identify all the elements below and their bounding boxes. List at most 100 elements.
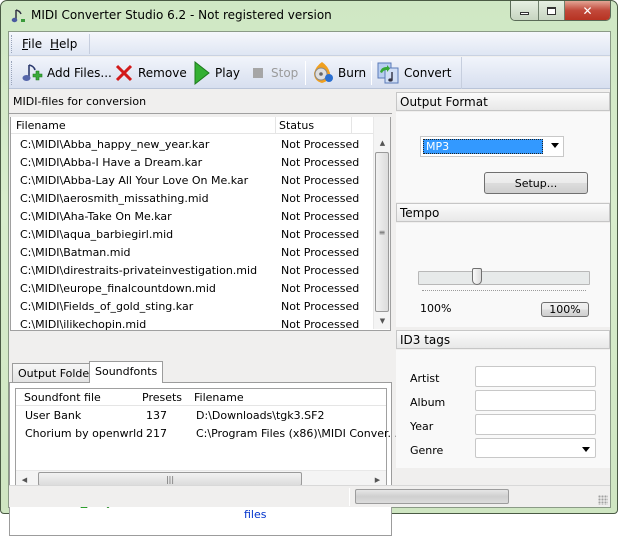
file-rows: C:\MIDI\Abba_happy_new_year.kar Not Proce…	[11, 135, 375, 333]
file-name: C:\MIDI\Aha-Take On Me.kar	[20, 210, 172, 223]
column-header-presets[interactable]: Presets	[142, 391, 182, 404]
menu-help[interactable]: Help	[50, 37, 77, 51]
file-name: C:\MIDI\aerosmith_missathing.mid	[20, 192, 209, 205]
file-name: C:\MIDI\Abba-Lay All Your Love On Me.kar	[20, 174, 249, 187]
file-status: Not Processed	[281, 246, 360, 259]
soundfont-row[interactable]: Chorium by openwrld 217 C:\Program Files…	[16, 425, 398, 443]
resize-grip[interactable]	[598, 495, 608, 505]
window-title: MIDI Converter Studio 6.2 - Not register…	[31, 8, 332, 22]
convert-icon	[377, 62, 399, 84]
title-bar[interactable]: MIDI Converter Studio 6.2 - Not register…	[1, 1, 617, 31]
column-header-filename[interactable]: Filename	[16, 119, 66, 132]
file-name: C:\MIDI\aqua_barbiegirl.mid	[20, 228, 174, 241]
soundfont-row[interactable]: User Bank 137 D:\Downloads\tgk3.SF2	[16, 407, 386, 425]
file-list-vertical-scrollbar[interactable]: ▲ ≡ ▼	[373, 117, 390, 329]
settings-pane: Output Format MP3 Setup... Tempo 100% 10…	[394, 90, 610, 478]
column-header-soundfont-file[interactable]: Soundfont file	[24, 391, 101, 404]
soundfont-list[interactable]: Soundfont file Presets Filename User Ban…	[15, 388, 398, 488]
tempo-slider-thumb[interactable]	[472, 268, 482, 285]
remove-button[interactable]: Remove	[114, 61, 187, 85]
artist-input[interactable]	[475, 366, 596, 387]
file-status: Not Processed	[281, 174, 360, 187]
file-row[interactable]: C:\MIDI\aerosmith_missathing.mid Not Proc…	[11, 189, 375, 207]
soundfont-name: Chorium by openwrld	[25, 427, 144, 440]
tab-output-folder[interactable]: Output Folder	[12, 363, 100, 382]
menu-separator	[89, 34, 90, 54]
file-row[interactable]: C:\MIDI\europe_finalcountdown.mid Not Pro…	[11, 279, 375, 297]
menu-file-label: ile	[28, 37, 43, 51]
horizontal-scroll-thumb[interactable]: |||	[38, 472, 302, 486]
column-header-filename[interactable]: Filename	[194, 391, 244, 404]
red-x-icon	[115, 64, 133, 82]
file-status: Not Processed	[281, 318, 360, 331]
year-input[interactable]	[475, 414, 596, 435]
file-row[interactable]: C:\MIDI\Abba_happy_new_year.kar Not Proce…	[11, 135, 375, 153]
album-label: Album	[410, 396, 446, 409]
file-row[interactable]: C:\MIDI\Abba-Lay All Your Love On Me.kar…	[11, 171, 375, 189]
play-button[interactable]: Play	[193, 61, 240, 85]
artist-label: Artist	[410, 372, 440, 385]
menu-file[interactable]: File	[22, 37, 42, 51]
app-music-note-icon	[11, 9, 25, 23]
file-row[interactable]: C:\MIDI\direstraits-privateinvestigation…	[11, 261, 375, 279]
caption-buttons: ✕	[510, 1, 611, 21]
tempo-slider-ticks	[422, 290, 586, 292]
add-music-icon	[22, 64, 43, 81]
menu-bar: File Help	[9, 32, 610, 56]
soundfont-list-header: Soundfont file Presets Filename	[16, 389, 386, 406]
year-label: Year	[410, 420, 434, 433]
maximize-icon	[547, 6, 556, 15]
toolbar-separator	[371, 61, 372, 85]
menu-grip[interactable]	[11, 35, 14, 53]
soundfont-presets: 217	[146, 427, 167, 440]
add-files-label: Add Files...	[47, 66, 112, 80]
scroll-thumb[interactable]: ≡	[375, 152, 389, 312]
file-name: C:\MIDI\direstraits-privateinvestigation…	[20, 264, 258, 277]
genre-select[interactable]	[475, 438, 596, 458]
client-area: File Help Add Files... Remove Play Stop …	[8, 31, 611, 536]
setup-button[interactable]: Setup...	[484, 172, 588, 194]
scroll-up-arrow[interactable]: ▲	[374, 134, 391, 151]
file-status: Not Processed	[281, 282, 360, 295]
stop-button[interactable]: Stop	[253, 61, 298, 85]
convert-button[interactable]: Convert	[376, 61, 451, 85]
chevron-down-icon	[582, 447, 590, 452]
conversion-progress-bar	[355, 489, 509, 504]
remove-label: Remove	[138, 66, 187, 80]
toolbar: Add Files... Remove Play Stop Burn Conve…	[9, 57, 610, 89]
status-divider	[349, 488, 350, 506]
scroll-down-arrow[interactable]: ▼	[374, 312, 391, 329]
file-row[interactable]: C:\MIDI\Batman.mid Not Processed	[11, 243, 375, 261]
tempo-slider-track[interactable]	[418, 271, 590, 285]
toolbar-grip[interactable]	[11, 61, 14, 85]
file-name: C:\MIDI\Fields_of_gold_sting.kar	[20, 300, 194, 313]
file-status: Not Processed	[281, 300, 360, 313]
soundfont-name: User Bank	[25, 409, 82, 422]
file-row[interactable]: C:\MIDI\Aha-Take On Me.kar Not Processed	[11, 207, 375, 225]
minimize-button[interactable]	[511, 1, 539, 20]
file-row[interactable]: C:\MIDI\Abba-I Have a Dream.kar Not Proce…	[11, 153, 375, 171]
file-row[interactable]: C:\MIDI\Fields_of_gold_sting.kar Not Proc…	[11, 297, 375, 315]
output-format-header: Output Format	[396, 92, 610, 111]
file-list[interactable]: Filename Status C:\MIDI\Abba_happy_new_y…	[10, 117, 391, 331]
file-name: C:\MIDI\Batman.mid	[20, 246, 131, 259]
column-header-status[interactable]: Status	[279, 119, 314, 132]
album-input[interactable]	[475, 390, 596, 411]
file-row[interactable]: C:\MIDI\ilikechopin.mid Not Processed	[11, 315, 375, 333]
tempo-reset-button[interactable]: 100%	[541, 302, 589, 317]
soundfonts-panel: Soundfont file Presets Filename User Ban…	[9, 382, 398, 536]
file-row[interactable]: C:\MIDI\aqua_barbiegirl.mid Not Processed	[11, 225, 375, 243]
tempo-header: Tempo	[396, 203, 610, 222]
close-button[interactable]: ✕	[565, 1, 610, 20]
toolbar-separator	[305, 61, 306, 85]
add-files-button[interactable]: Add Files...	[21, 61, 112, 85]
file-name: C:\MIDI\Abba_happy_new_year.kar	[20, 138, 210, 151]
status-bar	[9, 485, 610, 507]
burn-button[interactable]: Burn	[310, 61, 366, 85]
maximize-button[interactable]	[539, 1, 565, 20]
burn-label: Burn	[338, 66, 367, 80]
tab-soundfonts[interactable]: Soundfonts	[89, 361, 164, 383]
output-format-select[interactable]: MP3	[420, 136, 564, 157]
file-list-header: Filename Status	[11, 117, 375, 134]
close-icon: ✕	[582, 3, 593, 18]
